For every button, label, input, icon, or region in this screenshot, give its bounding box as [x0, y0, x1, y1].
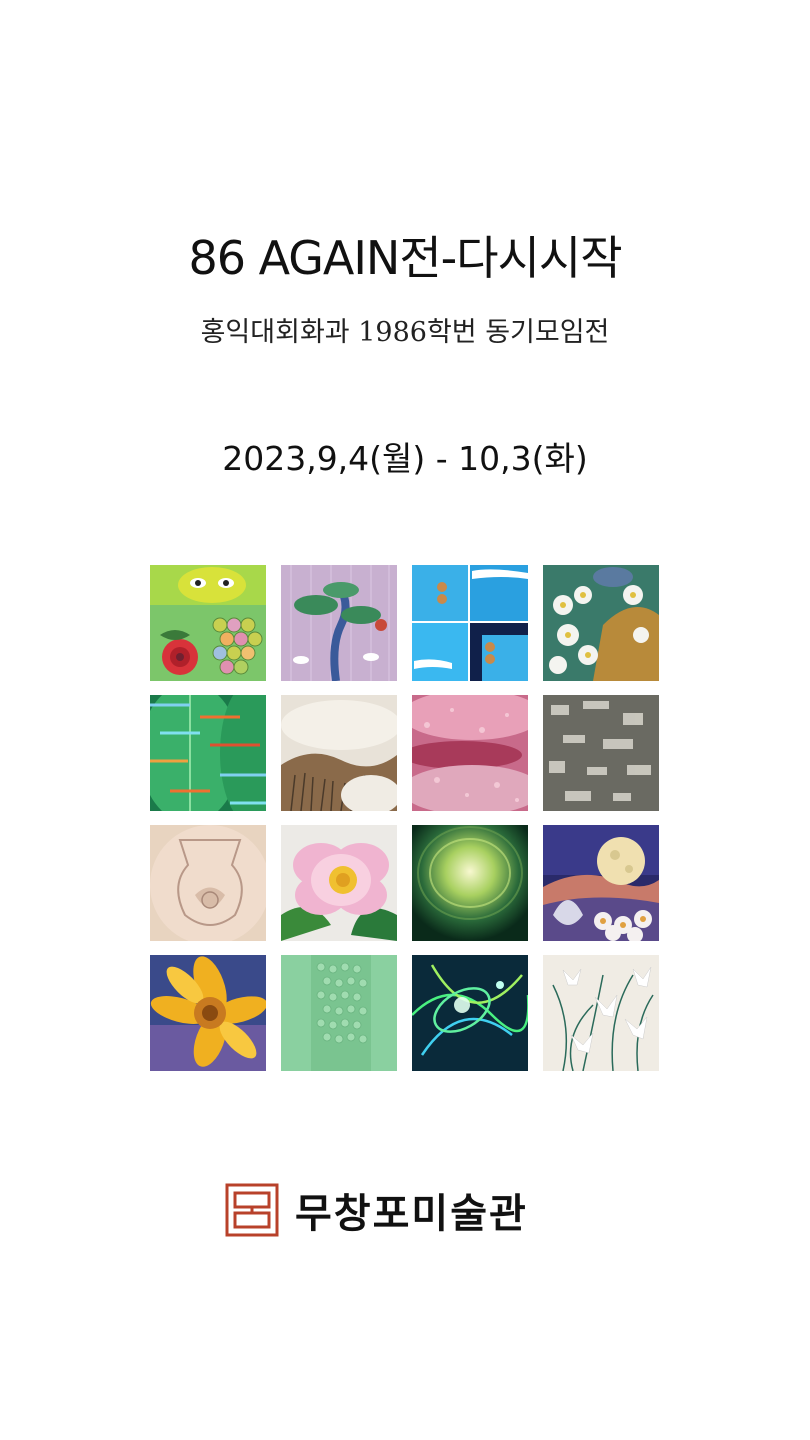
artwork-green-relief [281, 955, 397, 1071]
subtitle-year: 1986 [358, 317, 427, 348]
venue-logo-mark-icon [225, 1183, 279, 1237]
venue-logo: 무창포미술관 [225, 1182, 585, 1238]
artwork-pink-peony [281, 825, 397, 941]
exhibition-subtitle: 홍익대회화과 1986학번 동기모임전 [0, 310, 810, 349]
subtitle-prefix: 홍익대회화과 [200, 317, 359, 348]
exhibition-title: 86 AGAIN전-다시시작 [188, 231, 622, 285]
artwork-pine-cranes [281, 565, 397, 681]
artwork-owl-peony [150, 565, 266, 681]
artwork-green-vortex [412, 825, 528, 941]
artwork-grid [150, 565, 660, 1071]
venue-name: 무창포미술관 [295, 1191, 528, 1237]
artwork-moon-flowers [543, 825, 659, 941]
artwork-green-leaf-stripes [150, 695, 266, 811]
artwork-blue-panels [412, 565, 528, 681]
subtitle-suffix: 학번 동기모임전 [426, 317, 610, 348]
artwork-relief-vessel [150, 825, 266, 941]
artwork-neon-lights [412, 955, 528, 1071]
artwork-pink-texture [412, 695, 528, 811]
exhibition-dates: 2023,9,4(월) - 10,3(화) [222, 439, 588, 478]
artwork-snowy-field [281, 695, 397, 811]
artwork-gray-texture [543, 695, 659, 811]
artwork-sunflower [150, 955, 266, 1071]
artwork-white-flowers [543, 565, 659, 681]
artwork-white-lilies [543, 955, 659, 1071]
